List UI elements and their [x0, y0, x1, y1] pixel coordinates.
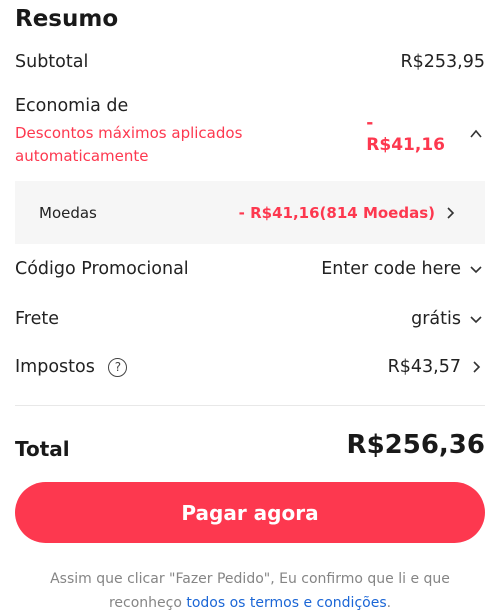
shipping-label: Frete [15, 309, 59, 329]
economy-label: Economia de [15, 96, 129, 116]
chevron-down-icon[interactable] [467, 260, 485, 278]
terms-end: . [386, 595, 392, 611]
shipping-row[interactable]: Frete grátis [15, 309, 485, 329]
taxes-label: Impostos [15, 357, 95, 377]
total-value: R$256,36 [346, 430, 485, 460]
economy-value: - R$41,16 [366, 112, 445, 156]
shipping-value-group[interactable]: grátis [411, 309, 485, 329]
promo-row[interactable]: Código Promocional Enter code here [15, 259, 485, 279]
subtotal-row: Subtotal R$253,95 [15, 52, 485, 72]
economy-section[interactable]: Economia de Descontos máximos aplicados … [15, 96, 485, 172]
promo-value-group[interactable]: Enter code here [321, 259, 485, 279]
divider [15, 405, 485, 406]
chevron-right-icon[interactable] [441, 204, 459, 222]
total-label: Total [15, 437, 70, 461]
help-circle-icon[interactable]: ? [108, 357, 128, 377]
taxes-row[interactable]: Impostos ? R$43,57 [15, 357, 485, 377]
taxes-value: R$43,57 [387, 357, 461, 377]
economy-amount: R$41,16 [366, 135, 445, 155]
coins-label: Moedas [39, 203, 97, 222]
terms-link[interactable]: todos os termos e condições [186, 595, 386, 611]
taxes-value-group[interactable]: R$43,57 [388, 357, 485, 377]
subtotal-value: R$253,95 [400, 52, 485, 72]
economy-note: Descontos máximos aplicados automaticame… [15, 124, 243, 165]
chevron-right-icon[interactable] [467, 358, 485, 376]
taxes-label-group: Impostos ? [15, 357, 128, 377]
coins-value: - R$41,16(814 Moedas) [238, 203, 435, 222]
coins-value-group: - R$41,16(814 Moedas) [239, 204, 459, 222]
coins-row[interactable]: Moedas - R$41,16(814 Moedas) [15, 181, 485, 244]
subtotal-label: Subtotal [15, 52, 89, 72]
chevron-up-icon[interactable] [467, 125, 485, 143]
chevron-down-icon[interactable] [467, 310, 485, 328]
summary-title: Resumo [15, 6, 119, 32]
terms-text: Assim que clicar "Fazer Pedido", Eu conf… [15, 567, 485, 613]
shipping-value: grátis [411, 309, 461, 329]
pay-now-button[interactable]: Pagar agora [15, 482, 485, 543]
promo-input[interactable]: Enter code here [321, 259, 461, 279]
promo-label: Código Promocional [15, 259, 189, 279]
economy-dash: - [366, 113, 374, 133]
